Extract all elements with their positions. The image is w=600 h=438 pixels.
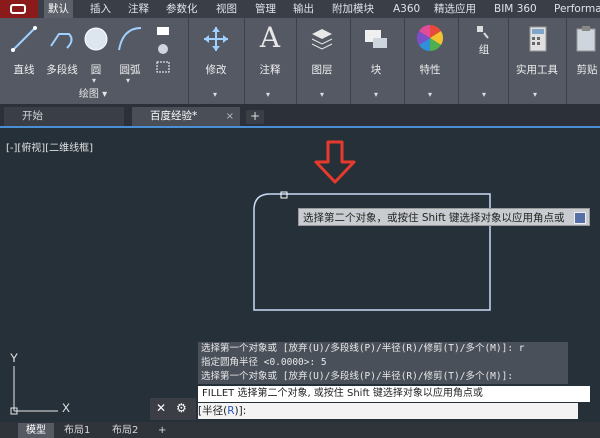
layers-label: 图层 xyxy=(311,64,333,76)
ribbon-tab-bar: 默认 插入 注释 参数化 视图 管理 输出 附加模块 A360 精选应用 BIM… xyxy=(0,0,600,18)
wrench-icon[interactable]: ⚙ xyxy=(176,401,187,415)
move-icon xyxy=(204,27,228,51)
gradient-icon xyxy=(156,61,170,73)
y-axis-label: Y xyxy=(10,351,18,365)
tab-layout2[interactable]: 布局2 xyxy=(104,423,146,438)
clipboard-button[interactable]: 剪贴 xyxy=(570,24,600,84)
draw-group-title[interactable]: 绘图 ▾ xyxy=(0,88,186,102)
chevron-down-icon: ▾ xyxy=(482,90,487,99)
tab-a360[interactable]: A360 xyxy=(389,0,424,18)
arc-icon xyxy=(118,27,142,51)
block-icon xyxy=(365,30,387,48)
command-input[interactable]: [半径(R)]: xyxy=(198,403,578,419)
gradient-tool-button[interactable] xyxy=(152,60,176,76)
x-axis-label: X xyxy=(62,401,70,415)
line-tool-button[interactable]: 直线 xyxy=(6,24,42,80)
chevron-down-icon: ▾ xyxy=(428,90,433,99)
clipboard-icon xyxy=(576,26,596,52)
layers-button[interactable]: 图层 xyxy=(304,24,340,84)
circle-tool-button[interactable]: 圆 ▾ xyxy=(82,24,110,85)
cursor-pickbox xyxy=(280,191,288,199)
annotate-button[interactable]: A 注释 xyxy=(252,22,288,82)
tab-bim360[interactable]: BIM 360 xyxy=(490,0,541,18)
tab-parametric[interactable]: 参数化 xyxy=(162,0,202,18)
tab-annotate[interactable]: 注释 xyxy=(124,0,153,18)
command-history-line: 选择第一个对象或 [放弃(U)/多段线(P)/半径(R)/修剪(T)/多个(M)… xyxy=(198,370,568,384)
circle-label: 圆 xyxy=(90,64,102,76)
tab-default[interactable]: 默认 xyxy=(44,0,73,18)
tab-output[interactable]: 输出 xyxy=(289,0,318,18)
tab-featured-apps[interactable]: 精选应用 xyxy=(430,0,480,18)
add-layout-button[interactable]: + xyxy=(150,423,174,438)
command-history-line: 指定圆角半径 <0.0000>: 5 xyxy=(198,356,568,370)
polyline-tool-button[interactable]: 多段线 xyxy=(42,24,82,80)
tab-start[interactable]: 开始 xyxy=(4,107,124,126)
group-button[interactable]: 组 xyxy=(466,24,502,74)
tab-performance[interactable]: Performa xyxy=(550,0,600,18)
block-button[interactable]: 块 xyxy=(358,24,394,84)
command-tooltip: 选择第二个对象，或按住 Shift 键选择对象以应用角点或 xyxy=(298,208,590,226)
command-text: FILLET 选择第二个对象, 或按住 Shift 键选择对象以应用角点或 xyxy=(202,388,483,399)
tab-model[interactable]: 模型 xyxy=(18,423,54,438)
tab-drawing-active[interactable]: 百度经验* × xyxy=(132,107,240,126)
tab-view[interactable]: 视图 xyxy=(212,0,241,18)
modify-button[interactable]: 修改 xyxy=(196,24,236,84)
tooltip-expand-icon[interactable] xyxy=(574,212,586,224)
color-wheel-icon xyxy=(416,24,444,52)
new-tab-button[interactable]: + xyxy=(246,110,264,124)
chevron-down-icon: ▾ xyxy=(213,90,218,99)
text-icon: A xyxy=(259,21,281,54)
tab-layout1[interactable]: 布局1 xyxy=(56,423,98,438)
autocad-logo-icon xyxy=(10,4,26,14)
application-menu-button[interactable] xyxy=(0,0,38,18)
command-current-line: FILLET 选择第二个对象, 或按住 Shift 键选择对象以应用角点或 xyxy=(198,386,590,402)
ucs-axis-icon: Y X xyxy=(10,351,70,415)
group-label: 组 xyxy=(478,44,490,56)
utilities-label: 实用工具 xyxy=(516,64,558,76)
clipboard-label: 剪贴 xyxy=(576,64,598,76)
chevron-down-icon: ▾ xyxy=(320,90,325,99)
properties-label: 特性 xyxy=(419,64,441,76)
tab-addins[interactable]: 附加模块 xyxy=(328,0,378,18)
hatch-icon xyxy=(158,44,168,54)
annotate-label: 注释 xyxy=(259,64,281,76)
ribbon-panel: 直线 多段线 圆 ▾ 圆弧 ▾ 绘图 ▾ 修改 ▾ A 注释 ▾ 图层 ▾ 块 … xyxy=(0,18,600,105)
chevron-down-icon: ▾ xyxy=(266,90,271,99)
block-label: 块 xyxy=(370,64,382,76)
layout-tab-bar: 模型 布局1 布局2 + xyxy=(0,422,600,438)
arc-label: 圆弧 xyxy=(119,64,141,76)
polyline-icon xyxy=(50,33,73,49)
rectangle-icon xyxy=(157,27,169,35)
command-option-radius[interactable]: R xyxy=(227,405,234,417)
properties-button[interactable]: 特性 xyxy=(412,22,448,82)
utilities-button[interactable]: 实用工具 xyxy=(512,24,562,84)
chevron-down-icon: ▾ xyxy=(92,76,97,85)
chevron-down-icon: ▾ xyxy=(374,90,379,99)
calculator-icon xyxy=(529,26,547,52)
drawing-tab-label: 百度经验* xyxy=(150,110,198,122)
tooltip-text: 选择第二个对象，或按住 Shift 键选择对象以应用角点或 xyxy=(303,212,565,224)
chevron-down-icon: ▾ xyxy=(126,76,131,85)
chevron-down-icon: ▾ xyxy=(533,90,538,99)
tab-insert[interactable]: 插入 xyxy=(86,0,115,18)
polyline-label: 多段线 xyxy=(46,64,78,76)
line-label: 直线 xyxy=(13,64,35,76)
document-tab-bar: 开始 百度经验* × + xyxy=(0,104,600,128)
arc-tool-button[interactable]: 圆弧 ▾ xyxy=(114,24,146,85)
close-icon[interactable]: ✕ xyxy=(156,401,166,415)
hatch-tool-button[interactable] xyxy=(152,42,176,58)
modify-label: 修改 xyxy=(205,64,227,76)
group-icon xyxy=(477,26,489,39)
red-down-arrow-icon xyxy=(314,140,356,184)
tab-manage[interactable]: 管理 xyxy=(251,0,280,18)
circle-icon xyxy=(84,27,108,51)
rectangle-tool-button[interactable] xyxy=(152,24,176,40)
command-history-line: 选择第一个对象或 [放弃(U)/多段线(P)/半径(R)/修剪(T)/多个(M)… xyxy=(198,342,568,356)
layers-icon xyxy=(311,29,333,50)
close-icon[interactable]: × xyxy=(226,107,234,126)
command-line-controls: ✕ ⚙ xyxy=(150,398,196,420)
line-icon xyxy=(11,26,37,52)
